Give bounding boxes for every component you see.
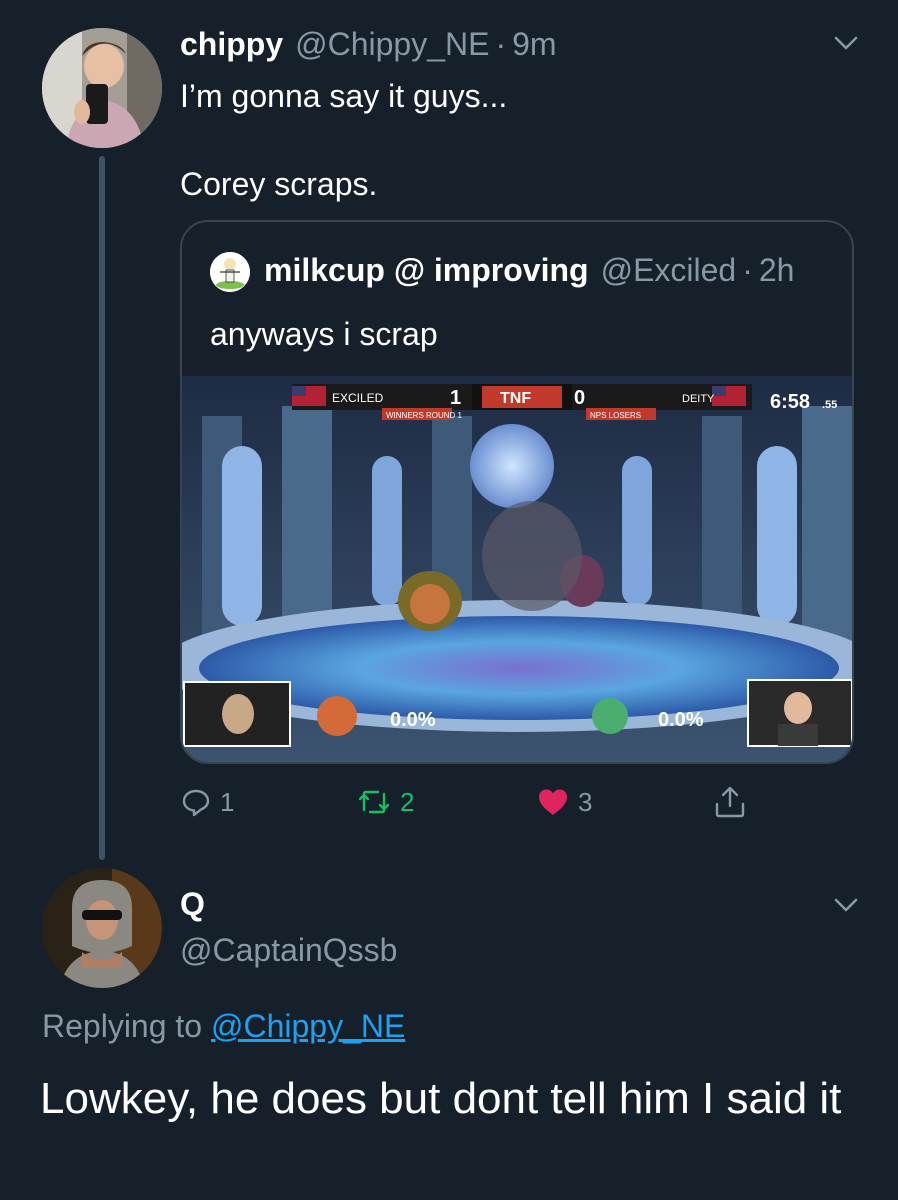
display-name[interactable]: Q	[180, 886, 205, 923]
hud-timer: 6:58	[770, 391, 810, 413]
user-handle[interactable]: @Chippy_NE	[295, 26, 489, 63]
hud-center-logo: TNF	[500, 390, 531, 407]
share-icon	[715, 786, 745, 818]
avatar-captainq[interactable]	[42, 868, 162, 988]
separator-dot: ·	[742, 252, 753, 288]
quote-tweet-card[interactable]: milkcup @ improving @Exciled · 2h anyway…	[180, 220, 854, 764]
hud-round-right: NPS LOSERS	[590, 411, 641, 420]
reply-icon	[182, 789, 210, 817]
replying-to-handle-link[interactable]: @Chippy_NE	[211, 1008, 405, 1044]
tweet-text-line: I’m gonna say it guys...	[180, 78, 508, 114]
tweet-text: I’m gonna say it guys... Corey scraps.	[180, 74, 820, 206]
game-stage-image: EXCILED 1 TNF 0 DEITY WINNERS ROUND 1 NP…	[182, 376, 852, 762]
display-name[interactable]: chippy	[180, 26, 283, 63]
p2-damage-percent: 0.0%	[658, 709, 704, 731]
hud-left-tag: EXCILED	[332, 391, 384, 405]
quote-header: milkcup @ improving @Exciled · 2h	[264, 252, 794, 296]
tweet-text-blank-line	[180, 118, 820, 162]
share-button[interactable]	[712, 780, 756, 824]
tweet-text-line: Corey scraps.	[180, 166, 378, 202]
avatar-chippy[interactable]	[42, 28, 162, 148]
chevron-down-icon[interactable]	[830, 888, 862, 920]
reply-count: 1	[220, 786, 235, 817]
like-icon	[539, 789, 567, 815]
replying-to: Replying to @Chippy_NE	[42, 1008, 405, 1045]
hud-round-left: WINNERS ROUND 1	[386, 411, 463, 420]
reply-tweet-text: Lowkey, he does but dont tell him I said…	[40, 1074, 842, 1123]
retweet-button[interactable]: 2	[356, 780, 414, 824]
quote-time: 2h	[758, 252, 795, 288]
avatar-milkcup[interactable]	[210, 252, 250, 292]
quote-text: anyways i scrap	[210, 316, 438, 352]
chevron-down-icon[interactable]	[830, 26, 862, 58]
tweet-header: chippy @Chippy_NE · 9m	[180, 26, 557, 66]
tweet-time[interactable]: 9m	[512, 26, 556, 63]
hud-right-tag: DEITY	[682, 393, 715, 405]
hud-right-score: 0	[574, 387, 585, 409]
hud-left-score: 1	[450, 387, 461, 409]
quote-display-name[interactable]: milkcup @ improving	[264, 252, 589, 289]
retweet-count: 2	[400, 786, 415, 817]
separator-dot: ·	[495, 26, 507, 62]
p1-damage-percent: 0.0%	[390, 709, 436, 731]
like-button[interactable]: 3	[536, 780, 592, 824]
quote-media-video[interactable]: EXCILED 1 TNF 0 DEITY WINNERS ROUND 1 NP…	[182, 376, 852, 762]
like-count: 3	[578, 786, 593, 817]
quote-handle[interactable]: @Exciled	[601, 252, 737, 289]
tweet-actions: 1 2 3	[180, 780, 760, 824]
user-handle[interactable]: @CaptainQssb	[180, 932, 397, 969]
hud-timer-ms: .55	[822, 399, 837, 411]
replying-to-label: Replying to	[42, 1008, 203, 1044]
retweet-icon	[358, 790, 390, 814]
thread-line	[99, 156, 105, 860]
reply-button[interactable]: 1	[180, 780, 234, 824]
